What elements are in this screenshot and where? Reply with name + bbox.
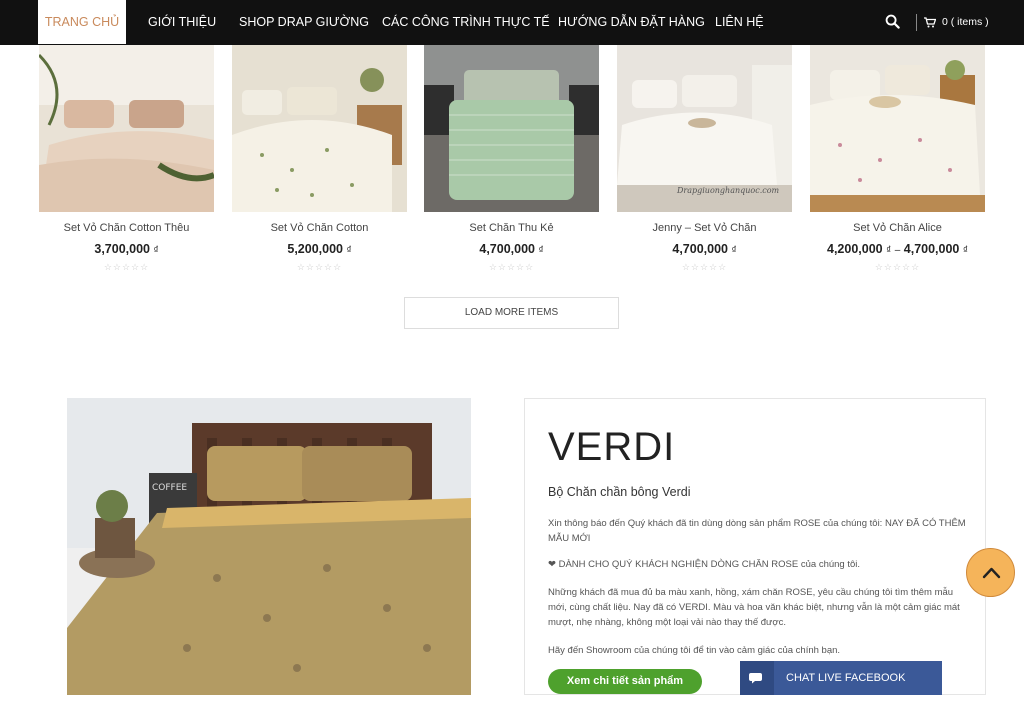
product-info-panel: VERDI Bộ Chăn chần bông Verdi Xin thông … (524, 398, 986, 695)
product-name[interactable]: Set Vỏ Chăn Cotton Thêu (39, 222, 214, 234)
nav-item-shop-drap-giuong[interactable]: SHOP DRAP GIƯỜNG (239, 0, 369, 45)
rating-stars: ☆☆☆☆☆ (488, 262, 535, 272)
product-image[interactable]: Drapgiuonghanquoc.com (617, 45, 792, 212)
chat-label: CHAT LIVE FACEBOOK (786, 672, 906, 684)
cart-button[interactable]: 0 ( items ) (924, 0, 989, 45)
nav-item-trang-chu[interactable]: TRANG CHỦ (38, 0, 126, 44)
product-name[interactable]: Set Vỏ Chăn Cotton (232, 222, 407, 234)
chat-facebook-button[interactable]: CHAT LIVE FACEBOOK (740, 661, 942, 695)
nav-item-cong-trinh[interactable]: CÁC CÔNG TRÌNH THỰC TẾ (382, 0, 550, 45)
rating-stars: ☆☆☆☆☆ (874, 262, 921, 272)
product-name[interactable]: Jenny – Set Vỏ Chăn (617, 222, 792, 234)
top-navbar: TRANG CHỦ GIỚI THIỆU SHOP DRAP GIƯỜNG CÁ… (0, 0, 1024, 45)
product-image[interactable] (424, 45, 599, 212)
verdi-product-image[interactable]: COFFEE (67, 398, 471, 695)
load-more-button[interactable]: LOAD MORE ITEMS (404, 297, 619, 329)
rating-stars: ☆☆☆☆☆ (681, 262, 728, 272)
back-to-top-button[interactable] (966, 548, 1015, 597)
product-name[interactable]: Set Vỏ Chăn Alice (810, 222, 985, 234)
nav-item-gioi-thieu[interactable]: GIỚI THIỆU (148, 0, 216, 45)
product-name[interactable]: Set Chăn Thu Kẻ (424, 222, 599, 234)
cart-count: 0 ( items ) (942, 16, 989, 28)
search-icon[interactable] (885, 14, 901, 30)
paragraph-2: ❤ DÀNH CHO QUÝ KHÁCH NGHIỆN DÒNG CHĂN RO… (548, 559, 861, 570)
chat-icon (740, 661, 774, 695)
product-watermark: Drapgiuonghanquoc.com (676, 186, 780, 195)
rating-stars: ☆☆☆☆☆ (103, 262, 150, 272)
nav-divider (916, 14, 917, 31)
product-price: 5,200,000 ₫ (287, 242, 352, 256)
page-title: VERDI (548, 425, 676, 469)
product-price: 4,200,000 ₫ – 4,700,000 ₫ (827, 242, 968, 256)
coffee-sign: COFFEE (152, 483, 187, 493)
nav-item-huong-dan[interactable]: HƯỚNG DẪN ĐẶT HÀNG (558, 0, 705, 45)
product-card[interactable]: Set Vỏ Chăn Alice 4,200,000 ₫ – 4,700,00… (810, 45, 985, 273)
product-card[interactable]: Set Chăn Thu Kẻ 4,700,000 ₫ ☆☆☆☆☆ (424, 45, 599, 273)
product-price: 4,700,000 ₫ (672, 242, 737, 256)
product-image[interactable] (810, 45, 985, 212)
product-card[interactable]: Drapgiuonghanquoc.com Jenny – Set Vỏ Chă… (617, 45, 792, 273)
product-price: 4,700,000 ₫ (479, 242, 544, 256)
paragraph-4: Hãy đến Showroom của chúng tôi để tin và… (548, 645, 841, 656)
paragraph-3: Những khách đã mua đủ ba màu xanh, hồng,… (548, 587, 960, 628)
product-image[interactable] (39, 45, 214, 212)
rating-stars: ☆☆☆☆☆ (296, 262, 343, 272)
product-price: 3,700,000 ₫ (94, 242, 159, 256)
chevron-up-icon (982, 567, 1001, 579)
product-image[interactable] (232, 45, 407, 212)
cart-icon (924, 17, 937, 28)
product-subtitle: Bộ Chăn chần bông Verdi (548, 485, 691, 499)
nav-item-lien-he[interactable]: LIÊN HỆ (715, 0, 764, 45)
view-details-button[interactable]: Xem chi tiết sản phẩm (548, 669, 702, 694)
product-card[interactable]: Set Vỏ Chăn Cotton Thêu 3,700,000 ₫ ☆☆☆☆… (39, 45, 214, 273)
product-card[interactable]: Set Vỏ Chăn Cotton 5,200,000 ₫ ☆☆☆☆☆ (232, 45, 407, 273)
paragraph-1: Xin thông báo đến Quý khách đã tin dùng … (548, 518, 966, 544)
